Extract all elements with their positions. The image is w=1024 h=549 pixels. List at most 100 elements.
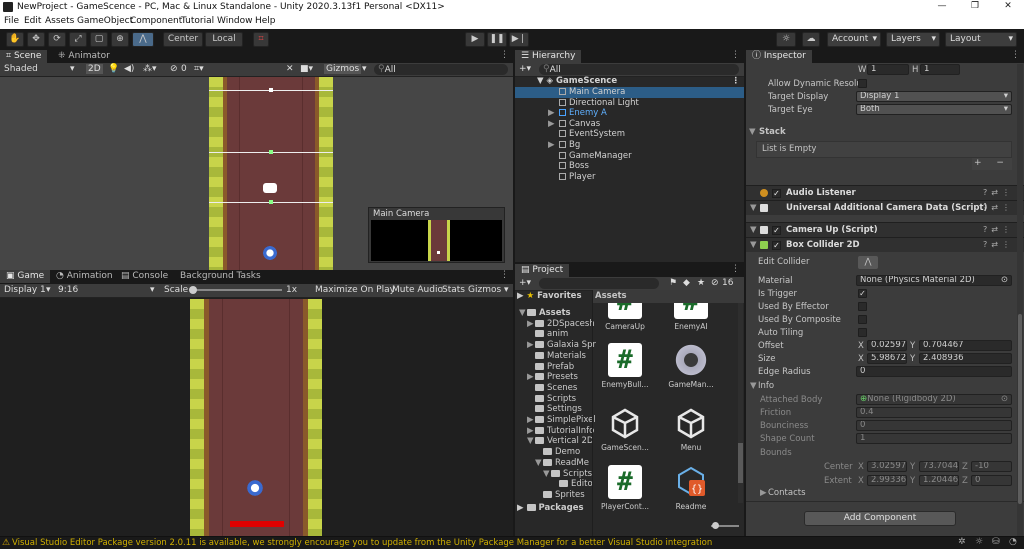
hierarchy-item[interactable]: Directional Light (515, 98, 744, 109)
create-button[interactable]: +▾ (519, 64, 531, 74)
status-message[interactable]: Visual Studio Editor Package version 2.0… (12, 538, 712, 548)
layers-dropdown[interactable]: Layers ▾ (886, 32, 940, 47)
hand-tool-icon[interactable]: ✋ (6, 32, 24, 47)
box-collider-enabled-checkbox[interactable]: ✓ (772, 241, 781, 250)
pivot-mode-button[interactable]: Center (163, 32, 203, 47)
mute-audio-toggle[interactable]: Mute Audio (392, 285, 443, 295)
asset-item[interactable]: GameMan... (661, 343, 721, 389)
effects-icon[interactable]: ⁂▾ (143, 64, 157, 74)
favorite-icon[interactable]: ★ (697, 278, 705, 288)
folder-tree-item[interactable]: ▼ Scripts (515, 469, 593, 480)
h-field[interactable]: 1 (920, 64, 960, 75)
inspector-scrollbar-thumb[interactable] (1018, 314, 1022, 504)
menu-window[interactable]: Window (217, 16, 253, 26)
folder-tree-item[interactable]: Materials (515, 351, 593, 362)
grid-icon[interactable]: ⌗▾ (194, 64, 204, 74)
minimize-button[interactable]: — (932, 1, 952, 14)
camera-icon[interactable]: ■▾ (300, 64, 313, 74)
kebab-menu-icon[interactable]: ⋮ (732, 76, 741, 87)
material-field[interactable]: None (Physics Material 2D) ⊙ (856, 275, 1012, 286)
allow-dynamic-checkbox[interactable] (858, 79, 867, 88)
tab-scene[interactable]: ⌗ Scene (0, 50, 48, 63)
hierarchy-item[interactable]: EventSystem (515, 129, 744, 140)
collab-icon[interactable]: ☼ (776, 32, 796, 47)
kebab-menu-icon[interactable]: ⋮ (500, 50, 509, 60)
bug-icon[interactable]: ✲ (958, 537, 966, 547)
chevron-right-icon[interactable]: ▶ (548, 119, 555, 130)
asset-item[interactable]: # PlayerCont... (595, 465, 655, 511)
component-actions[interactable]: ?⇄⋮ (983, 201, 1014, 215)
progress-icon[interactable]: ◔ (1009, 537, 1017, 547)
component-actions[interactable]: ?⇄⋮ (983, 223, 1014, 237)
folder-tree-item[interactable]: ▼ ReadMe (515, 458, 593, 469)
tab-animator[interactable]: ⁜ Animator (52, 50, 116, 63)
w-field[interactable]: 1 (867, 64, 909, 75)
menu-tutorial[interactable]: Tutorial (181, 16, 214, 26)
offset-y-field[interactable]: 0.704467 (919, 340, 1012, 351)
hierarchy-item[interactable]: ▶ Enemy A (515, 108, 744, 119)
filter-label-icon[interactable]: ◆ (683, 278, 690, 288)
asset-item[interactable]: GameScen... (595, 406, 655, 452)
audio-listener-enabled-checkbox[interactable]: ✓ (772, 189, 781, 198)
folder-tree-item[interactable]: ▼ Assets (515, 308, 593, 319)
tab-project[interactable]: ▤ Project (515, 264, 570, 277)
folder-tree-item[interactable]: Prefab (515, 362, 593, 373)
hierarchy-item[interactable]: Main Camera (515, 87, 744, 98)
chevron-down-icon[interactable]: ▾ (70, 64, 75, 74)
hierarchy-item[interactable]: Boss (515, 161, 744, 172)
rotate-tool-icon[interactable]: ⟳ (48, 32, 66, 47)
folder-tree-item[interactable]: Scenes (515, 383, 593, 394)
project-search-input[interactable] (539, 278, 659, 289)
folder-tree-item[interactable]: ▼ Vertical 2D (515, 436, 593, 447)
scale-tool-icon[interactable]: ⤢ (69, 32, 87, 47)
chevron-icon[interactable]: ▼ (543, 469, 551, 480)
target-eye-dropdown[interactable]: Both ▾ (856, 104, 1012, 115)
auto-generate-lighting-icon[interactable]: ☼ (975, 537, 983, 547)
stack-add-remove[interactable]: + − (972, 158, 1012, 170)
chevron-right-icon[interactable]: ▶ (548, 140, 555, 151)
hierarchy-item[interactable]: ▶ Canvas (515, 119, 744, 130)
chevron-icon[interactable]: ▶ (527, 340, 535, 351)
hierarchy-search-input[interactable]: ⚲ All (539, 64, 739, 75)
component-actions[interactable]: ?⇄⋮ (983, 186, 1014, 200)
close-button[interactable]: ✕ (998, 1, 1018, 14)
menu-gameobject[interactable]: GameObject (77, 16, 133, 26)
component-actions[interactable]: ?⇄⋮ (983, 238, 1014, 252)
audio-listener-header[interactable]: ✓ Audio Listener ?⇄⋮ (746, 185, 1024, 200)
folder-tree-item[interactable]: anim (515, 329, 593, 340)
folder-tree-item[interactable]: Edito (515, 479, 593, 490)
account-dropdown[interactable]: Account ▾ (827, 32, 881, 47)
offset-x-field[interactable]: 0.025972 (867, 340, 907, 351)
mode-2d-toggle[interactable]: 2D (86, 64, 103, 74)
tools-icon[interactable]: ✕ (286, 64, 294, 74)
lighting-icon[interactable]: 💡 (108, 64, 119, 74)
chevron-down-icon[interactable]: ▾ (504, 285, 509, 295)
asset-item[interactable]: Menu (661, 406, 721, 452)
assets-breadcrumb[interactable]: Assets (593, 290, 744, 303)
chevron-icon[interactable]: ▶ (527, 319, 535, 330)
game-gizmos-dropdown[interactable]: Gizmos (468, 285, 501, 295)
tab-inspector[interactable]: ⓘ Inspector (746, 50, 812, 63)
scale-slider[interactable] (190, 289, 282, 291)
chevron-icon[interactable]: ▶ (527, 415, 535, 426)
maximize-button[interactable]: ❐ (965, 1, 985, 14)
tab-console[interactable]: ▤ Console (115, 270, 174, 283)
kebab-menu-icon[interactable]: ⋮ (1011, 50, 1020, 60)
box-collider-header[interactable]: ▼ ✓ Box Collider 2D ?⇄⋮ (746, 237, 1024, 252)
menu-component[interactable]: Component (130, 16, 182, 26)
folder-tree-item[interactable]: ▶ Galaxia Spr (515, 340, 596, 351)
maximize-on-play-toggle[interactable]: Maximize On Play (315, 285, 395, 295)
tab-hierarchy[interactable]: ☰ Hierarchy (515, 50, 582, 63)
move-tool-icon[interactable]: ✥ (27, 32, 45, 47)
size-x-field[interactable]: 5.986721 (867, 353, 907, 364)
used-by-composite-checkbox[interactable] (858, 315, 867, 324)
size-y-field[interactable]: 2.408936 (919, 353, 1012, 364)
info-foldout[interactable]: ▼ Info (746, 380, 1024, 392)
folder-tree-item[interactable]: Demo (515, 447, 593, 458)
folder-tree-item[interactable]: ▶ SimplePixel (515, 415, 596, 426)
add-component-button[interactable]: Add Component (804, 511, 956, 526)
is-trigger-checkbox[interactable]: ✓ (858, 289, 867, 298)
step-button[interactable]: ▶❘ (509, 32, 529, 47)
asset-scrollbar[interactable] (738, 303, 743, 503)
scene-root-row[interactable]: ▼ ◈ GameScence ⋮ (515, 76, 744, 87)
